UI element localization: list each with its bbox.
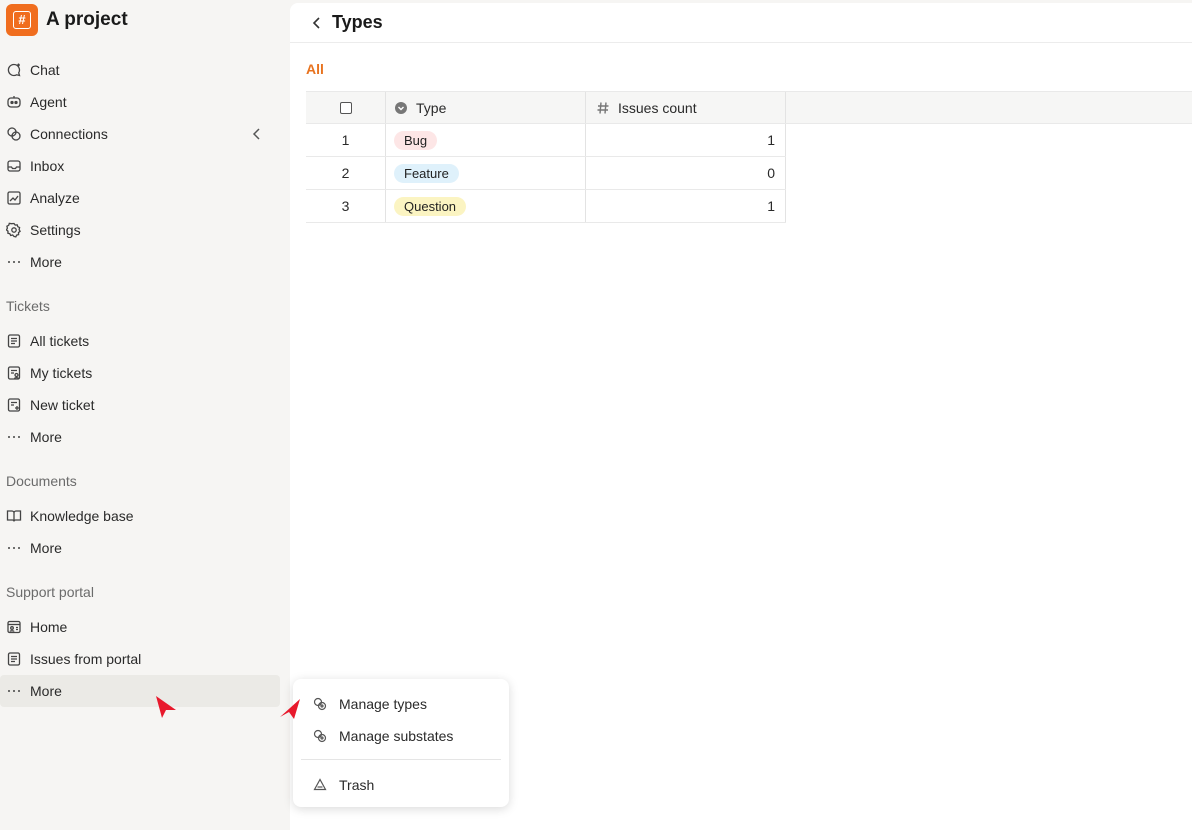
sidebar-item-label: New ticket [30, 397, 95, 413]
sidebar-item-label: More [30, 429, 62, 445]
sidebar-item-label: Settings [30, 222, 81, 238]
issues-count-cell[interactable]: 1 [586, 124, 786, 156]
manage-icon [313, 729, 327, 743]
my-tickets-icon [6, 365, 22, 381]
project-header[interactable]: # A project [6, 4, 128, 36]
sidebar-item-label: Connections [30, 126, 108, 142]
type-cell[interactable]: Feature [386, 157, 586, 189]
more-icon [6, 540, 22, 556]
sidebar-item-knowledge-base[interactable]: Knowledge base [0, 500, 280, 532]
sidebar-item-label: More [30, 254, 62, 270]
select-all-checkbox[interactable] [339, 101, 352, 114]
table-row[interactable]: 1 Bug 1 [306, 124, 786, 157]
section-label-tickets: Tickets [6, 298, 50, 314]
chat-icon [6, 62, 22, 78]
header-select-cell [306, 92, 386, 123]
ticket-list-icon [6, 333, 22, 349]
sidebar-item-new-ticket[interactable]: New ticket [0, 389, 280, 421]
type-cell[interactable]: Bug [386, 124, 586, 156]
portal-home-icon [6, 619, 22, 635]
more-icon [6, 429, 22, 445]
more-icon [6, 254, 22, 270]
sidebar-item-label: My tickets [30, 365, 93, 381]
table-row[interactable]: 2 Feature 0 [306, 157, 786, 190]
analyze-icon [6, 190, 22, 206]
ticket-list-icon [6, 651, 22, 667]
sidebar-item-connections[interactable]: Connections [0, 118, 280, 150]
tab-all[interactable]: All [306, 61, 324, 77]
more-icon [6, 683, 22, 699]
sidebar-item-label: Agent [30, 94, 67, 110]
sidebar-item-agent[interactable]: Agent [0, 86, 280, 118]
back-arrow-icon[interactable] [310, 16, 324, 30]
book-icon [6, 508, 22, 524]
sidebar-item-my-tickets[interactable]: My tickets [0, 357, 280, 389]
type-cell[interactable]: Question [386, 190, 586, 222]
more-context-menu: Manage types Manage substates Trash [293, 679, 509, 807]
select-field-icon [394, 101, 408, 115]
trash-icon [313, 778, 327, 792]
sidebar-item-label: More [30, 540, 62, 556]
project-title: A project [46, 9, 128, 30]
section-label-support-portal: Support portal [6, 584, 94, 600]
types-table: Type Issues count 1 Bug 1 2 Feature 0 3 … [306, 91, 1192, 223]
sidebar-item-inbox[interactable]: Inbox [0, 150, 280, 182]
issues-count-cell[interactable]: 1 [586, 190, 786, 222]
settings-icon [6, 222, 22, 238]
column-header-issues-count[interactable]: Issues count [586, 92, 786, 123]
table-row[interactable]: 3 Question 1 [306, 190, 786, 223]
row-index: 1 [306, 124, 386, 156]
issues-count-cell[interactable]: 0 [586, 157, 786, 189]
column-header-label: Type [416, 99, 447, 116]
sidebar: # A project Chat Agent Connections Inbox… [0, 0, 290, 830]
agent-icon [6, 94, 22, 110]
project-logo: # [6, 4, 38, 36]
sidebar-item-settings[interactable]: Settings [0, 214, 280, 246]
page-header: Types [290, 3, 1192, 43]
sidebar-item-label: Issues from portal [30, 651, 142, 667]
column-header-label: Issues count [618, 99, 697, 116]
sidebar-item-all-tickets[interactable]: All tickets [0, 325, 280, 357]
menu-item-trash[interactable]: Trash [293, 770, 509, 800]
sidebar-item-tickets-more[interactable]: More [0, 421, 280, 453]
page-title: Types [332, 12, 383, 32]
menu-item-label: Manage types [339, 696, 427, 712]
sidebar-item-label: Home [30, 619, 68, 635]
chevron-left-icon[interactable] [250, 127, 264, 141]
sidebar-item-label: Inbox [30, 158, 65, 174]
connections-icon [6, 126, 22, 142]
menu-item-manage-substates[interactable]: Manage substates [293, 721, 509, 751]
table-header-row: Type Issues count [306, 91, 1192, 124]
type-tag: Feature [394, 163, 459, 183]
sidebar-item-more[interactable]: More [0, 246, 280, 278]
sidebar-item-label: All tickets [30, 333, 90, 349]
cursor-arrow-icon [156, 696, 176, 718]
column-header-type[interactable]: Type [386, 92, 586, 123]
menu-divider [301, 759, 501, 760]
inbox-icon [6, 158, 22, 174]
type-tag: Question [394, 196, 467, 216]
menu-item-manage-types[interactable]: Manage types [293, 689, 509, 719]
hash-icon [596, 101, 610, 115]
new-ticket-icon [6, 397, 22, 413]
sidebar-item-issues-from-portal[interactable]: Issues from portal [0, 643, 280, 675]
row-index: 3 [306, 190, 386, 222]
sidebar-item-label: Analyze [30, 190, 80, 206]
sidebar-item-label: Knowledge base [30, 508, 134, 524]
type-tag: Bug [394, 130, 438, 150]
row-index: 2 [306, 157, 386, 189]
sidebar-item-analyze[interactable]: Analyze [0, 182, 280, 214]
sidebar-item-label: Chat [30, 62, 60, 78]
sidebar-item-documents-more[interactable]: More [0, 532, 280, 564]
menu-item-label: Manage substates [339, 728, 454, 744]
sidebar-item-home[interactable]: Home [0, 611, 280, 643]
sidebar-item-label: More [30, 683, 62, 699]
cursor-arrow-icon [280, 699, 300, 719]
sidebar-item-portal-more[interactable]: More [0, 675, 280, 707]
manage-icon [313, 697, 327, 711]
menu-item-label: Trash [339, 777, 375, 793]
section-label-documents: Documents [6, 473, 77, 489]
sidebar-item-chat[interactable]: Chat [0, 54, 280, 86]
